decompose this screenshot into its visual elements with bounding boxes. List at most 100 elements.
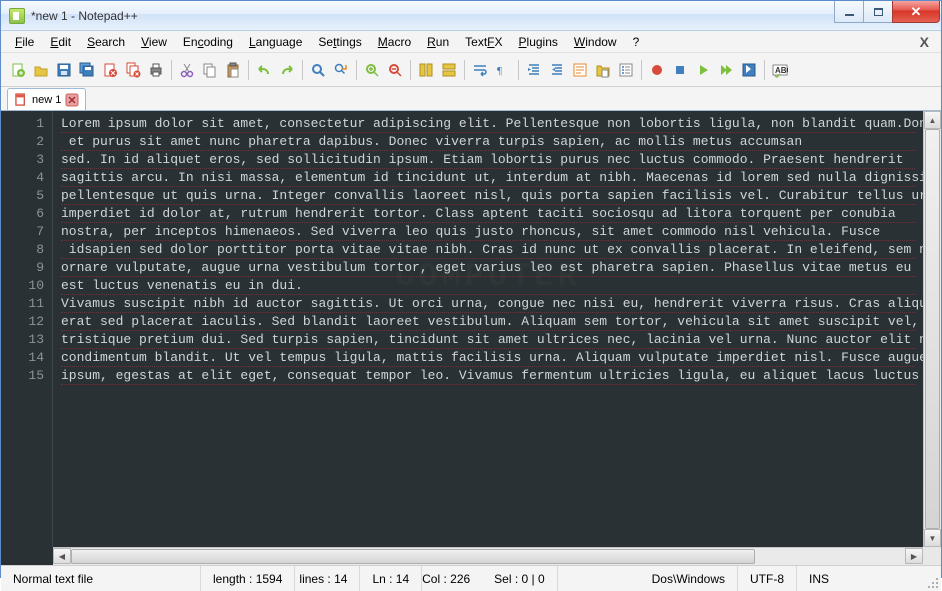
save-all-button[interactable] bbox=[76, 59, 98, 81]
show-all-chars-button[interactable]: ¶ bbox=[492, 59, 514, 81]
record-macro-button[interactable] bbox=[646, 59, 668, 81]
function-list-icon bbox=[618, 62, 634, 78]
close-all-button[interactable] bbox=[122, 59, 144, 81]
save-icon bbox=[56, 62, 72, 78]
indent-guide-icon bbox=[526, 62, 542, 78]
line-number: 10 bbox=[5, 277, 44, 295]
menu-search[interactable]: Search bbox=[79, 33, 133, 51]
code-line[interactable]: sed. In id aliquet eros, sed sollicitudi… bbox=[61, 151, 915, 169]
vertical-scrollbar[interactable]: ▲ ▼ bbox=[923, 111, 941, 547]
close-window-button[interactable]: ✕ bbox=[892, 1, 940, 23]
new-file-button[interactable] bbox=[7, 59, 29, 81]
line-number: 5 bbox=[5, 187, 44, 205]
toolbar-separator bbox=[464, 60, 465, 80]
scroll-right-button[interactable]: ▶ bbox=[905, 548, 923, 564]
close-button[interactable] bbox=[99, 59, 121, 81]
menu-view[interactable]: View bbox=[133, 33, 175, 51]
line-number: 6 bbox=[5, 205, 44, 223]
code-line[interactable]: nostra, per inceptos himenaeos. Sed vive… bbox=[61, 223, 915, 241]
maximize-button[interactable] bbox=[863, 1, 893, 23]
show-all-chars-icon: ¶ bbox=[495, 62, 511, 78]
menu-macro[interactable]: Macro bbox=[370, 33, 419, 51]
scroll-track-y[interactable] bbox=[924, 129, 941, 529]
code-line[interactable]: Lorem ipsum dolor sit amet, consectetur … bbox=[61, 115, 915, 133]
statusbar: Normal text file length : 1594 lines : 1… bbox=[1, 565, 941, 591]
outdent-button[interactable] bbox=[546, 59, 568, 81]
line-number: 4 bbox=[5, 169, 44, 187]
record-macro-icon bbox=[649, 62, 665, 78]
code-line[interactable]: et purus sit amet nunc pharetra dapibus.… bbox=[61, 133, 915, 151]
zoom-out-button[interactable] bbox=[384, 59, 406, 81]
code-line[interactable]: pellentesque ut quis urna. Integer conva… bbox=[61, 187, 915, 205]
user-lang-icon bbox=[572, 62, 588, 78]
play-macro-button[interactable] bbox=[692, 59, 714, 81]
menu-file[interactable]: File bbox=[7, 33, 42, 51]
code-line[interactable]: Vivamus suscipit nibh id auctor sagittis… bbox=[61, 295, 915, 313]
scroll-thumb-y[interactable] bbox=[925, 129, 940, 529]
status-insert-mode: INS bbox=[797, 566, 841, 591]
scroll-up-button[interactable]: ▲ bbox=[924, 111, 941, 129]
code-area[interactable]: COMPUTER Lorem ipsum dolor sit amet, con… bbox=[53, 111, 923, 547]
scroll-down-button[interactable]: ▼ bbox=[924, 529, 941, 547]
menubar: File Edit Search View Encoding Language … bbox=[1, 31, 941, 53]
find-button[interactable] bbox=[307, 59, 329, 81]
replace-button[interactable] bbox=[330, 59, 352, 81]
code-line[interactable]: condimentum blandit. Ut vel tempus ligul… bbox=[61, 349, 915, 367]
status-lines: lines : 14 bbox=[295, 566, 359, 591]
cut-button[interactable] bbox=[176, 59, 198, 81]
code-line[interactable]: ipsum, egestas at elit eget, consequat t… bbox=[61, 367, 915, 385]
scroll-track-x[interactable] bbox=[71, 548, 905, 565]
tab-new-1[interactable]: new 1 bbox=[7, 88, 86, 110]
menu-settings[interactable]: Settings bbox=[310, 33, 369, 51]
menu-textfx[interactable]: TextFX bbox=[457, 33, 510, 51]
open-file-button[interactable] bbox=[30, 59, 52, 81]
copy-button[interactable] bbox=[199, 59, 221, 81]
resize-grip-icon[interactable] bbox=[923, 566, 941, 591]
save-macro-button[interactable] bbox=[738, 59, 760, 81]
print-button[interactable] bbox=[145, 59, 167, 81]
editor: 123456789101112131415 COMPUTER Lorem ips… bbox=[1, 111, 941, 547]
play-multi-button[interactable] bbox=[715, 59, 737, 81]
tab-close-icon[interactable] bbox=[65, 93, 79, 107]
sync-h-button[interactable] bbox=[438, 59, 460, 81]
horizontal-scrollbar[interactable]: ◀ ▶ bbox=[53, 547, 923, 565]
code-line[interactable]: imperdiet id dolor at, rutrum hendrerit … bbox=[61, 205, 915, 223]
code-line[interactable]: erat sed placerat iaculis. Sed blandit l… bbox=[61, 313, 915, 331]
copy-icon bbox=[202, 62, 218, 78]
scroll-thumb-x[interactable] bbox=[71, 549, 755, 564]
menu-window[interactable]: Window bbox=[566, 33, 625, 51]
redo-button[interactable] bbox=[276, 59, 298, 81]
word-wrap-button[interactable] bbox=[469, 59, 491, 81]
stop-macro-button[interactable] bbox=[669, 59, 691, 81]
indent-guide-button[interactable] bbox=[523, 59, 545, 81]
code-line[interactable]: ornare vulputate, augue urna vestibulum … bbox=[61, 259, 915, 277]
save-macro-icon bbox=[741, 62, 757, 78]
save-button[interactable] bbox=[53, 59, 75, 81]
sync-v-button[interactable] bbox=[415, 59, 437, 81]
menubar-close-doc-button[interactable]: X bbox=[914, 34, 935, 50]
menu-edit[interactable]: Edit bbox=[42, 33, 79, 51]
folder-doc-button[interactable] bbox=[592, 59, 614, 81]
user-lang-button[interactable] bbox=[569, 59, 591, 81]
function-list-button[interactable] bbox=[615, 59, 637, 81]
zoom-in-button[interactable] bbox=[361, 59, 383, 81]
menu-language[interactable]: Language bbox=[241, 33, 310, 51]
scroll-left-button[interactable]: ◀ bbox=[53, 548, 71, 564]
menu-encoding[interactable]: Encoding bbox=[175, 33, 241, 51]
toolbar-separator bbox=[410, 60, 411, 80]
code-line[interactable]: sagittis arcu. In nisi massa, elementum … bbox=[61, 169, 915, 187]
toolbar-separator bbox=[171, 60, 172, 80]
status-filetype: Normal text file bbox=[1, 566, 201, 591]
status-sel: Sel : 0 | 0 bbox=[482, 566, 557, 591]
spell-check-button[interactable]: ABC bbox=[769, 59, 791, 81]
undo-button[interactable] bbox=[253, 59, 275, 81]
menu-plugins[interactable]: Plugins bbox=[511, 33, 566, 51]
code-line[interactable]: est luctus venenatis eu in dui. bbox=[61, 277, 915, 295]
paste-button[interactable] bbox=[222, 59, 244, 81]
scroll-corner bbox=[923, 547, 941, 565]
minimize-button[interactable] bbox=[834, 1, 864, 23]
menu-help[interactable]: ? bbox=[625, 33, 648, 51]
code-line[interactable]: idsapien sed dolor porttitor porta vitae… bbox=[61, 241, 915, 259]
menu-run[interactable]: Run bbox=[419, 33, 457, 51]
code-line[interactable]: tristique pretium dui. Sed turpis sapien… bbox=[61, 331, 915, 349]
